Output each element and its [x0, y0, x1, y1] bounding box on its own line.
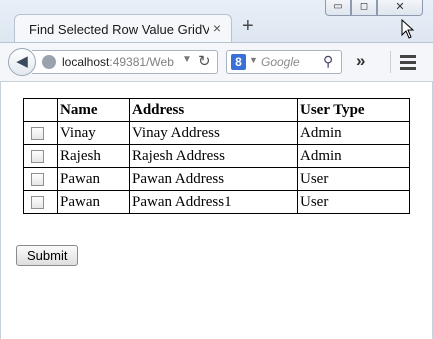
url-text[interactable]: localhost:49381/Web: [62, 55, 177, 69]
url-host: localhost: [62, 55, 110, 69]
window-close-button[interactable]: ✕: [377, 0, 423, 16]
row-select-cell: [23, 167, 58, 191]
new-tab-button[interactable]: +: [242, 14, 254, 38]
search-placeholder: Google: [261, 55, 300, 69]
name-cell: Vinay: [57, 121, 130, 145]
name-cell: Pawan: [57, 190, 130, 214]
address-cell: Pawan Address: [129, 167, 298, 191]
hamburger-menu-icon[interactable]: [390, 51, 417, 73]
table-header-row: Name Address User Type: [23, 98, 410, 122]
url-dropdown-icon[interactable]: ▼: [182, 54, 192, 65]
row-select-cell: [23, 121, 58, 145]
search-icon[interactable]: ⚲: [323, 53, 333, 70]
back-arrow-icon: ◀: [16, 53, 28, 70]
browser-tab[interactable]: Find Selected Row Value GridVi... ×: [14, 14, 232, 44]
user-type-cell: User: [297, 167, 410, 191]
browser-titlebar: Find Selected Row Value GridVi... × + ▭ …: [0, 0, 433, 44]
user-type-cell: User: [297, 190, 410, 214]
name-cell: Rajesh: [57, 144, 130, 168]
address-cell: Pawan Address1: [129, 190, 298, 214]
back-button[interactable]: ◀: [8, 48, 36, 76]
column-header-user-type: User Type: [297, 98, 410, 122]
reload-icon[interactable]: ↻: [198, 52, 211, 70]
row-checkbox[interactable]: [31, 195, 44, 209]
search-engine-dropdown-icon[interactable]: ▼: [249, 55, 258, 65]
menu-bar-line: [400, 67, 416, 70]
row-select-cell: [23, 144, 58, 168]
table-row: Pawan Pawan Address1 User: [23, 190, 410, 214]
table-row: Pawan Pawan Address User: [23, 167, 410, 191]
menu-bar-line: [400, 55, 416, 58]
menu-bar-line: [400, 61, 416, 64]
url-bar[interactable]: localhost:49381/Web ▼ ↻: [32, 50, 218, 74]
user-gridview: Name Address User Type Vinay Vinay Addre…: [23, 98, 410, 214]
cursor-icon: [401, 19, 415, 39]
column-header-address: Address: [129, 98, 298, 122]
table-row: Rajesh Rajesh Address Admin: [23, 144, 410, 168]
column-header-select: [23, 98, 58, 122]
tab-title: Find Selected Row Value GridVi...: [29, 22, 209, 37]
submit-button[interactable]: Submit: [16, 245, 79, 266]
row-checkbox[interactable]: [31, 126, 44, 140]
globe-icon: [42, 55, 56, 69]
url-path: :49381/Web: [109, 55, 174, 69]
row-select-cell: [23, 190, 58, 214]
column-header-name: Name: [57, 98, 130, 122]
page-viewport: Name Address User Type Vinay Vinay Addre…: [0, 82, 433, 339]
address-cell: Rajesh Address: [129, 144, 298, 168]
user-type-cell: Admin: [297, 144, 410, 168]
tab-close-icon[interactable]: ×: [213, 20, 221, 36]
browser-navbar: localhost:49381/Web ▼ ↻ ◀ 8 ▼ Google ⚲ »: [0, 42, 433, 82]
table-row: Vinay Vinay Address Admin: [23, 121, 410, 145]
row-checkbox[interactable]: [31, 149, 44, 163]
name-cell: Pawan: [57, 167, 130, 191]
search-bar[interactable]: 8 ▼ Google ⚲: [226, 50, 342, 74]
row-checkbox[interactable]: [31, 172, 44, 186]
user-type-cell: Admin: [297, 121, 410, 145]
window-maximize-button[interactable]: ◻: [351, 0, 377, 16]
search-engine-icon[interactable]: 8: [231, 54, 246, 70]
address-cell: Vinay Address: [129, 121, 298, 145]
window-minimize-button[interactable]: ▭: [325, 0, 351, 16]
toolbar-overflow-button[interactable]: »: [356, 51, 365, 71]
